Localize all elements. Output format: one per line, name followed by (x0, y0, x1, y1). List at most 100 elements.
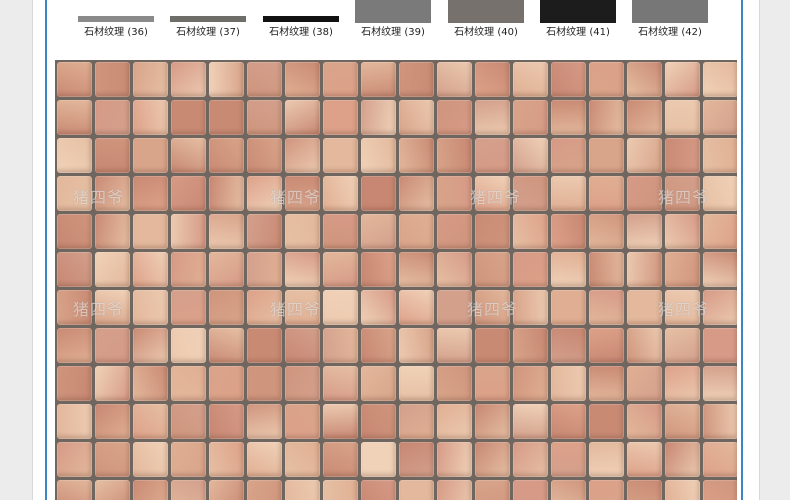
mosaic-tile (627, 366, 662, 401)
mosaic-tile (247, 214, 282, 249)
mosaic-tile (323, 100, 358, 135)
mosaic-tile (513, 442, 548, 477)
mosaic-tile (589, 252, 624, 287)
mosaic-tile (133, 100, 168, 135)
mosaic-tile (247, 404, 282, 439)
mosaic-tile (627, 252, 662, 287)
mosaic-tile (475, 252, 510, 287)
swatch-chip (540, 0, 616, 23)
swatch-label: 石材纹理 (37) (176, 27, 240, 38)
mosaic-tile (437, 100, 472, 135)
mosaic-tile (475, 62, 510, 97)
mosaic-tile (437, 62, 472, 97)
mosaic-tile (323, 290, 358, 325)
mosaic-tile (247, 328, 282, 363)
mosaic-tile (703, 480, 737, 500)
mosaic-tile (551, 62, 586, 97)
mosaic-tile (665, 214, 700, 249)
mosaic-tile (209, 62, 244, 97)
mosaic-tile (247, 252, 282, 287)
mosaic-tile (247, 480, 282, 500)
mosaic-tile (57, 480, 92, 500)
mosaic-tile (703, 328, 737, 363)
mosaic-tile (95, 138, 130, 173)
mosaic-tile (589, 138, 624, 173)
mosaic-tile (285, 252, 320, 287)
mosaic-tile (361, 290, 396, 325)
mosaic-tile (361, 252, 396, 287)
mosaic-tile (437, 366, 472, 401)
mosaic-tile (95, 290, 130, 325)
mosaic-tile (551, 214, 586, 249)
mosaic-tile (285, 100, 320, 135)
mosaic-tile (133, 480, 168, 500)
mosaic-tile (589, 290, 624, 325)
mosaic-tile (627, 480, 662, 500)
mosaic-tile (703, 404, 737, 439)
mosaic-tile (475, 328, 510, 363)
mosaic-tile (665, 252, 700, 287)
mosaic-tile (57, 176, 92, 211)
mosaic-tile (399, 366, 434, 401)
mosaic-tile (475, 442, 510, 477)
mosaic-tile (95, 366, 130, 401)
mosaic-tile (95, 328, 130, 363)
mosaic-tile (247, 100, 282, 135)
mosaic-tile (399, 100, 434, 135)
mosaic-tile (209, 252, 244, 287)
mosaic-tile (437, 176, 472, 211)
mosaic-tile (665, 176, 700, 211)
mosaic-tile (589, 442, 624, 477)
mosaic-tile (361, 176, 396, 211)
mosaic-tile (551, 100, 586, 135)
mosaic-tile (513, 480, 548, 500)
mosaic-tile (551, 252, 586, 287)
mosaic-tile (285, 62, 320, 97)
mosaic-tile (361, 328, 396, 363)
mosaic-tile (437, 252, 472, 287)
mosaic-tile (399, 480, 434, 500)
mosaic-tile (589, 404, 624, 439)
mosaic-tile (551, 176, 586, 211)
mosaic-tile (209, 442, 244, 477)
mosaic-tile (95, 214, 130, 249)
swatch-label: 石材纹理 (38) (269, 27, 333, 38)
mosaic-tile (437, 214, 472, 249)
mosaic-tile (589, 62, 624, 97)
mosaic-tile (95, 442, 130, 477)
mosaic-tile (285, 328, 320, 363)
mosaic-tile (171, 366, 206, 401)
mosaic-tile (437, 442, 472, 477)
mosaic-tile (513, 100, 548, 135)
mosaic-tile (399, 214, 434, 249)
mosaic-tile (513, 138, 548, 173)
mosaic-tile (361, 214, 396, 249)
mosaic-tile (361, 100, 396, 135)
mosaic-tile (513, 404, 548, 439)
mosaic-tile (285, 214, 320, 249)
mosaic-tile (285, 404, 320, 439)
mosaic-tile (285, 480, 320, 500)
mosaic-tile (399, 138, 434, 173)
mosaic-tile (551, 138, 586, 173)
mosaic-tile (57, 100, 92, 135)
mosaic-tile (209, 138, 244, 173)
mosaic-tile (703, 290, 737, 325)
mosaic-tile (665, 480, 700, 500)
mosaic-tile (399, 328, 434, 363)
mosaic-tile (627, 214, 662, 249)
mosaic-tile (703, 138, 737, 173)
mosaic-tile (133, 290, 168, 325)
mosaic-tile (209, 366, 244, 401)
swatch-chip (263, 16, 339, 22)
mosaic-tile (399, 176, 434, 211)
mosaic-tile (171, 100, 206, 135)
mosaic-grid (55, 60, 737, 500)
mosaic-tile (133, 252, 168, 287)
mosaic-tile (437, 138, 472, 173)
mosaic-tile (475, 138, 510, 173)
mosaic-tile (437, 290, 472, 325)
mosaic-tile (703, 214, 737, 249)
swatch-chip (355, 0, 431, 23)
mosaic-tile (247, 138, 282, 173)
